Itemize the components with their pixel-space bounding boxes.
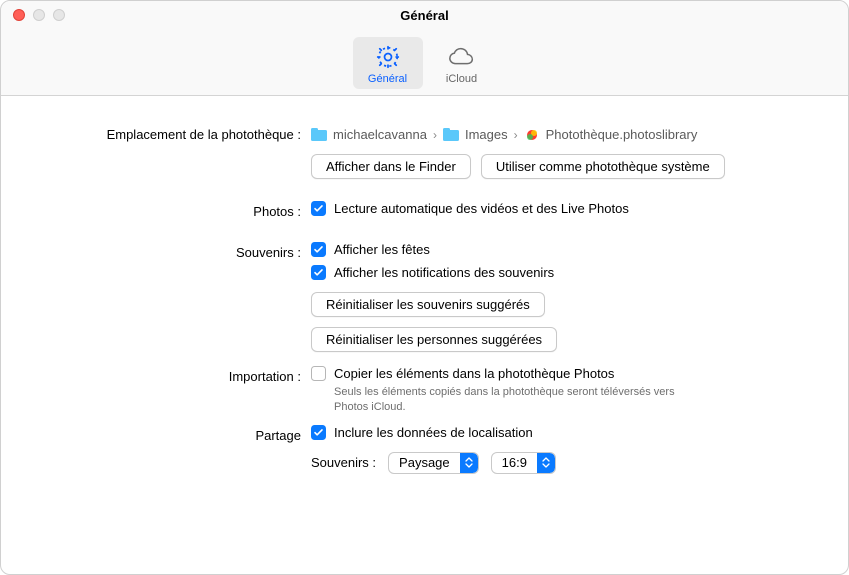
breadcrumb-seg-3[interactable]: Photothèque.photoslibrary	[546, 127, 698, 142]
folder-images-icon	[443, 128, 459, 142]
window-title: Général	[1, 8, 848, 23]
label-sharing: Partage	[21, 425, 311, 443]
tab-general[interactable]: Général	[353, 37, 423, 89]
breadcrumb: michaelcavanna › Images › Photothèque.ph…	[311, 124, 697, 142]
select-aspect-ratio[interactable]: 16:9	[491, 452, 556, 474]
reset-suggested-people-button[interactable]: Réinitialiser les personnes suggérées	[311, 327, 557, 352]
label-import: Importation :	[21, 366, 311, 384]
checkbox-show-holidays[interactable]	[311, 242, 326, 257]
row-sharing: Partage Inclure les données de localisat…	[21, 425, 828, 474]
breadcrumb-seg-2[interactable]: Images	[465, 127, 508, 142]
row-library-location: Emplacement de la photothèque : michaelc…	[21, 124, 828, 191]
row-memories: Souvenirs : Afficher les fêtes Afficher …	[21, 242, 828, 352]
checkbox-show-notifications[interactable]	[311, 265, 326, 280]
label-library-location: Emplacement de la photothèque :	[21, 124, 311, 142]
select-orientation[interactable]: Paysage	[388, 452, 479, 474]
folder-user-icon	[311, 128, 327, 142]
titlebar: Général	[1, 1, 848, 29]
pref-content: Emplacement de la photothèque : michaelc…	[1, 96, 848, 504]
checkbox-copy-items[interactable]	[311, 366, 326, 381]
tab-general-label: Général	[368, 73, 407, 85]
chevron-right-icon: ›	[514, 128, 518, 142]
label-memories-format: Souvenirs :	[311, 455, 376, 470]
checkbox-include-location[interactable]	[311, 425, 326, 440]
label-photos: Photos :	[21, 201, 311, 219]
pref-toolbar: Général iCloud	[1, 29, 848, 96]
breadcrumb-seg-1[interactable]: michaelcavanna	[333, 127, 427, 142]
checkbox-include-location-label: Inclure les données de localisation	[334, 425, 533, 440]
chevron-right-icon: ›	[433, 128, 437, 142]
show-in-finder-button[interactable]: Afficher dans le Finder	[311, 154, 471, 179]
tab-icloud[interactable]: iCloud	[427, 37, 497, 89]
gear-icon	[375, 43, 401, 71]
checkbox-show-holidays-label: Afficher les fêtes	[334, 242, 430, 257]
row-import: Importation : Copier les éléments dans l…	[21, 366, 828, 415]
select-orientation-value: Paysage	[389, 455, 460, 470]
stepper-arrows-icon	[460, 453, 478, 473]
row-photos: Photos : Lecture automatique des vidéos …	[21, 201, 828, 224]
reset-suggested-memories-button[interactable]: Réinitialiser les souvenirs suggérés	[311, 292, 545, 317]
checkbox-show-notifications-label: Afficher les notifications des souvenirs	[334, 265, 554, 280]
use-as-system-library-button[interactable]: Utiliser comme photothèque système	[481, 154, 725, 179]
checkbox-autoplay-label: Lecture automatique des vidéos et des Li…	[334, 201, 629, 216]
photoslibrary-icon	[524, 128, 540, 142]
cloud-icon	[447, 43, 477, 71]
tab-icloud-label: iCloud	[446, 73, 477, 85]
stepper-arrows-icon	[537, 453, 555, 473]
import-note: Seuls les éléments copiés dans la photot…	[334, 385, 694, 415]
checkbox-autoplay[interactable]	[311, 201, 326, 216]
checkbox-copy-items-label: Copier les éléments dans la photothèque …	[334, 366, 614, 381]
label-memories: Souvenirs :	[21, 242, 311, 260]
select-aspect-ratio-value: 16:9	[492, 455, 537, 470]
